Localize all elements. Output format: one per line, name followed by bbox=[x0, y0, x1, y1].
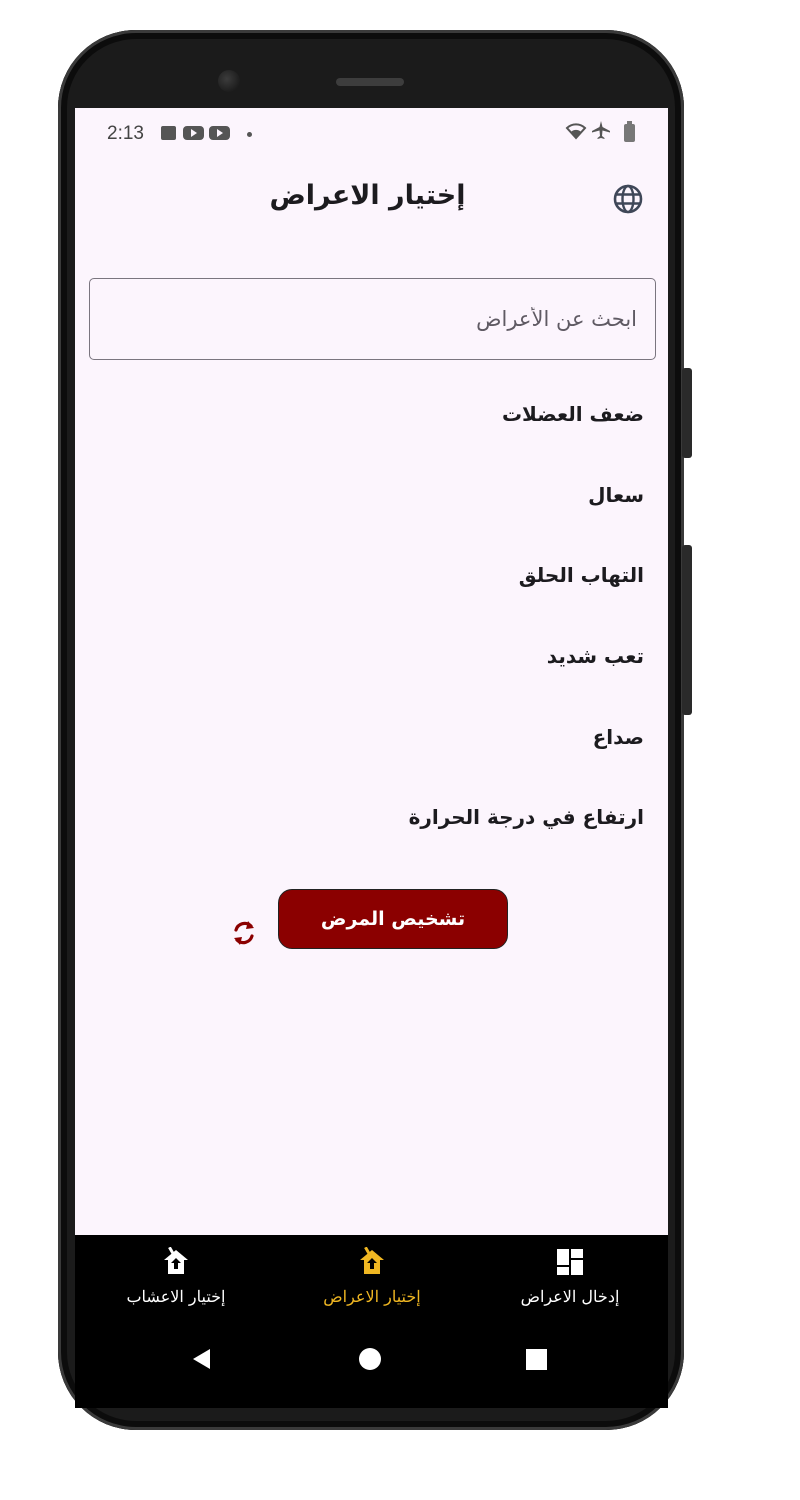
nav-label: إدخال الاعراض bbox=[520, 1287, 620, 1306]
back-icon[interactable] bbox=[190, 1347, 214, 1371]
list-item[interactable]: ضعف العضلات bbox=[75, 374, 668, 455]
globe-icon bbox=[613, 184, 643, 214]
bottom-navigation: إختيار الاعشاب إختيار الاعراض إدخال الاع… bbox=[75, 1235, 668, 1408]
home-icon[interactable] bbox=[359, 1348, 381, 1370]
dashboard-icon bbox=[557, 1249, 583, 1275]
app-screen: 2:13 إختيار الاعراض ضعف العضلات bbox=[75, 108, 668, 1408]
status-bar: 2:13 bbox=[75, 108, 668, 160]
language-button[interactable] bbox=[611, 182, 645, 216]
video-notification-icon bbox=[183, 126, 204, 140]
symptom-list: ضعف العضلات سعال التهاب الحلق تعب شديد ص… bbox=[75, 374, 668, 858]
symptom-label: ضعف العضلات bbox=[501, 402, 644, 427]
nav-item-symptoms[interactable]: إختيار الاعراض bbox=[273, 1235, 471, 1331]
wifi-icon bbox=[565, 122, 587, 145]
symptom-label: صداع bbox=[592, 724, 644, 749]
airplane-mode-icon bbox=[591, 120, 611, 145]
system-navigation-bar bbox=[75, 1331, 668, 1408]
list-item[interactable]: تعب شديد bbox=[75, 616, 668, 697]
more-notifications-icon bbox=[247, 132, 252, 137]
symptom-label: تعب شديد bbox=[546, 644, 644, 669]
front-camera bbox=[218, 70, 240, 92]
app-bar: إختيار الاعراض bbox=[75, 160, 668, 240]
nav-label: إختيار الاعشاب bbox=[126, 1287, 226, 1306]
page-title: إختيار الاعراض bbox=[269, 180, 466, 211]
symptom-search-input[interactable] bbox=[89, 278, 656, 360]
nav-item-herbs[interactable]: إختيار الاعشاب bbox=[77, 1235, 275, 1331]
earpiece-speaker bbox=[336, 78, 404, 86]
refresh-icon bbox=[234, 921, 254, 945]
list-item[interactable]: صداع bbox=[75, 696, 668, 777]
diagnose-button[interactable]: تشخيص المرض bbox=[278, 889, 508, 949]
status-time: 2:13 bbox=[107, 123, 144, 144]
list-item[interactable]: التهاب الحلق bbox=[75, 535, 668, 616]
battery-icon bbox=[624, 121, 635, 142]
recent-apps-icon[interactable] bbox=[526, 1349, 547, 1370]
list-item[interactable]: ارتفاع في درجة الحرارة bbox=[75, 777, 668, 858]
home-up-icon bbox=[360, 1247, 384, 1274]
power-button bbox=[682, 368, 692, 458]
nav-label: إختيار الاعراض bbox=[323, 1287, 421, 1306]
home-up-icon bbox=[164, 1247, 188, 1274]
image-notification-icon bbox=[161, 126, 176, 140]
symptom-label: التهاب الحلق bbox=[518, 563, 644, 588]
symptom-label: ارتفاع في درجة الحرارة bbox=[408, 805, 644, 830]
list-item[interactable]: سعال bbox=[75, 455, 668, 536]
volume-button bbox=[682, 545, 692, 715]
symptom-label: سعال bbox=[588, 482, 644, 507]
nav-item-enter-symptoms[interactable]: إدخال الاعراض bbox=[471, 1235, 668, 1331]
video-notification-icon bbox=[209, 126, 230, 140]
refresh-button[interactable] bbox=[229, 918, 259, 948]
